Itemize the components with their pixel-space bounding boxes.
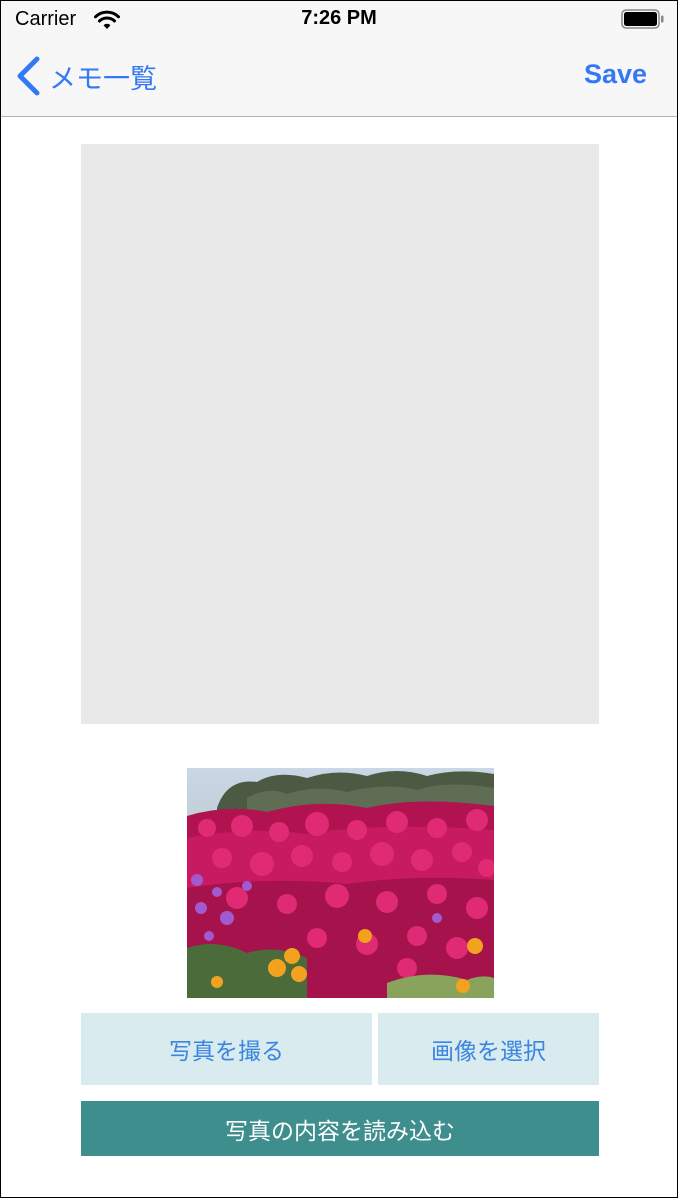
back-button[interactable]: メモ一覧 (15, 55, 157, 97)
navigation-bar: メモ一覧 Save (1, 39, 677, 117)
back-button-label: メモ一覧 (49, 63, 157, 95)
status-bar: Carrier 7:26 PM (1, 1, 677, 39)
memo-edit-screen: Carrier 7:26 PM メモ一覧 Save 写真を撮る 画像を選択 写真… (0, 0, 678, 1198)
memo-photo (187, 768, 494, 998)
chevron-left-icon (17, 56, 40, 96)
select-image-button[interactable]: 画像を選択 (378, 1013, 599, 1085)
memo-text-view[interactable] (81, 144, 599, 724)
flower-field-image (187, 768, 494, 998)
clock: 7:26 PM (301, 7, 377, 29)
battery-icon (621, 9, 664, 29)
read-photo-text-button[interactable]: 写真の内容を読み込む (81, 1101, 599, 1156)
save-button[interactable]: Save (584, 59, 647, 90)
take-photo-button[interactable]: 写真を撮る (81, 1013, 372, 1085)
